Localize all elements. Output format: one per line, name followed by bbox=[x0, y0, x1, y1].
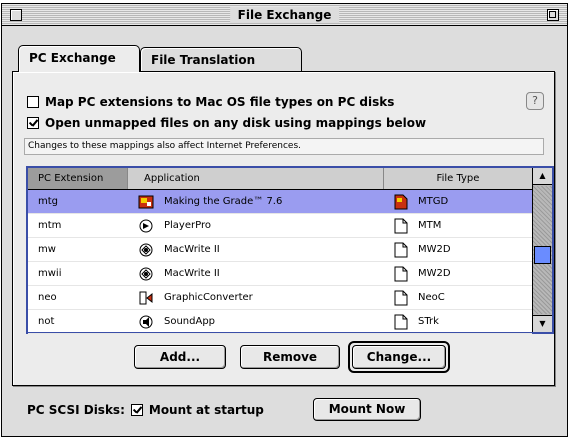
title-bar[interactable]: File Exchange bbox=[2, 4, 567, 26]
vertical-scrollbar[interactable]: ▲ ▼ bbox=[532, 168, 552, 332]
document-icon bbox=[394, 290, 408, 306]
row-file-type-code: NeoC bbox=[418, 292, 445, 303]
zoom-box-icon[interactable] bbox=[547, 9, 559, 21]
help-icon[interactable]: ? bbox=[526, 92, 544, 110]
row-file-type: NeoC bbox=[384, 290, 532, 306]
scsi-row: PC SCSI Disks: Mount at startup bbox=[27, 398, 264, 422]
document-icon bbox=[394, 314, 408, 330]
mappings-list[interactable]: PC Extension Application File Type mtg Ma… bbox=[26, 166, 554, 334]
row-file-type: MW2D bbox=[384, 266, 532, 282]
row-file-type-code: MTM bbox=[418, 220, 442, 231]
document-icon bbox=[394, 218, 408, 234]
row-file-type-code: MW2D bbox=[418, 268, 451, 279]
row-file-type-code: STrk bbox=[418, 316, 439, 327]
macwrite-app-icon bbox=[138, 242, 154, 258]
row-application-name: Making the Grade™ 7.6 bbox=[164, 196, 283, 207]
row-application: PlayerPro bbox=[128, 218, 384, 234]
row-file-type: MTM bbox=[384, 218, 532, 234]
table-row[interactable]: mwii MacWrite II MW2D bbox=[28, 262, 532, 286]
table-row[interactable]: mw MacWrite II MW2D bbox=[28, 238, 532, 262]
row-file-type-code: MTGD bbox=[418, 196, 449, 207]
change-button[interactable]: Change... bbox=[352, 345, 446, 369]
tab-file-translation[interactable]: File Translation bbox=[140, 47, 302, 71]
row-extension: not bbox=[38, 316, 55, 327]
row-extension: mw bbox=[38, 244, 56, 255]
remove-button[interactable]: Remove bbox=[240, 345, 340, 369]
scroll-track[interactable] bbox=[533, 186, 552, 314]
open-unmapped-option[interactable]: Open unmapped files on any disk using ma… bbox=[27, 115, 426, 131]
row-file-type: MTGD bbox=[384, 194, 532, 210]
mount-at-startup-label: Mount at startup bbox=[148, 403, 264, 417]
map-extensions-label: Map PC extensions to Mac OS file types o… bbox=[45, 95, 395, 109]
row-extension: neo bbox=[38, 292, 57, 303]
preferences-notice: Changes to these mappings also affect In… bbox=[24, 138, 544, 155]
macwrite-app-icon bbox=[138, 266, 154, 282]
row-application-name: MacWrite II bbox=[164, 244, 220, 255]
mount-now-button[interactable]: Mount Now bbox=[313, 398, 421, 421]
column-header-extension[interactable]: PC Extension bbox=[28, 168, 128, 189]
graphic-app-icon bbox=[138, 290, 154, 306]
list-header: PC Extension Application File Type bbox=[28, 168, 532, 190]
row-application: GraphicConverter bbox=[128, 290, 384, 306]
table-row[interactable]: mtg Making the Grade™ 7.6 MTGD bbox=[28, 190, 532, 214]
row-file-type: MW2D bbox=[384, 242, 532, 258]
document-icon bbox=[394, 194, 408, 210]
row-application: MacWrite II bbox=[128, 266, 384, 282]
row-file-type-code: MW2D bbox=[418, 244, 451, 255]
row-application: SoundApp bbox=[128, 314, 384, 330]
window-title: File Exchange bbox=[229, 7, 340, 23]
scroll-down-arrow-icon[interactable]: ▼ bbox=[533, 315, 552, 332]
row-file-type: STrk bbox=[384, 314, 532, 330]
player-app-icon bbox=[138, 218, 154, 234]
table-row[interactable]: mtm PlayerPro MTM bbox=[28, 214, 532, 238]
table-row[interactable]: not SoundApp STrk bbox=[28, 310, 532, 334]
grade-app-icon bbox=[138, 194, 154, 210]
tab-pc-exchange[interactable]: PC Exchange bbox=[18, 45, 140, 72]
open-unmapped-checkbox[interactable] bbox=[27, 117, 39, 129]
close-box-icon[interactable] bbox=[10, 9, 22, 21]
scroll-up-arrow-icon[interactable]: ▲ bbox=[533, 168, 552, 185]
map-extensions-checkbox[interactable] bbox=[27, 96, 39, 108]
row-application-name: GraphicConverter bbox=[164, 292, 253, 303]
open-unmapped-label: Open unmapped files on any disk using ma… bbox=[45, 116, 427, 130]
add-button[interactable]: Add... bbox=[134, 345, 226, 369]
row-extension: mtg bbox=[38, 196, 59, 207]
row-application: Making the Grade™ 7.6 bbox=[128, 194, 384, 210]
table-row[interactable]: neo GraphicConverter NeoC bbox=[28, 286, 532, 310]
column-header-file-type[interactable]: File Type bbox=[384, 168, 532, 189]
sound-app-icon bbox=[138, 314, 154, 330]
document-icon bbox=[394, 242, 408, 258]
mount-at-startup-checkbox[interactable] bbox=[130, 404, 143, 416]
row-application-name: SoundApp bbox=[164, 316, 216, 327]
scsi-label: PC SCSI Disks: bbox=[27, 403, 125, 417]
scroll-thumb[interactable] bbox=[534, 246, 551, 264]
row-extension: mtm bbox=[38, 220, 62, 231]
row-application-name: PlayerPro bbox=[164, 220, 211, 231]
column-header-application[interactable]: Application bbox=[128, 168, 384, 189]
row-extension: mwii bbox=[38, 268, 62, 279]
document-icon bbox=[394, 266, 408, 282]
row-application: MacWrite II bbox=[128, 242, 384, 258]
row-application-name: MacWrite II bbox=[164, 268, 220, 279]
map-extensions-option[interactable]: Map PC extensions to Mac OS file types o… bbox=[27, 94, 394, 110]
list-rows: mtg Making the Grade™ 7.6 MTGD mtm PlayerPro… bbox=[28, 190, 532, 334]
